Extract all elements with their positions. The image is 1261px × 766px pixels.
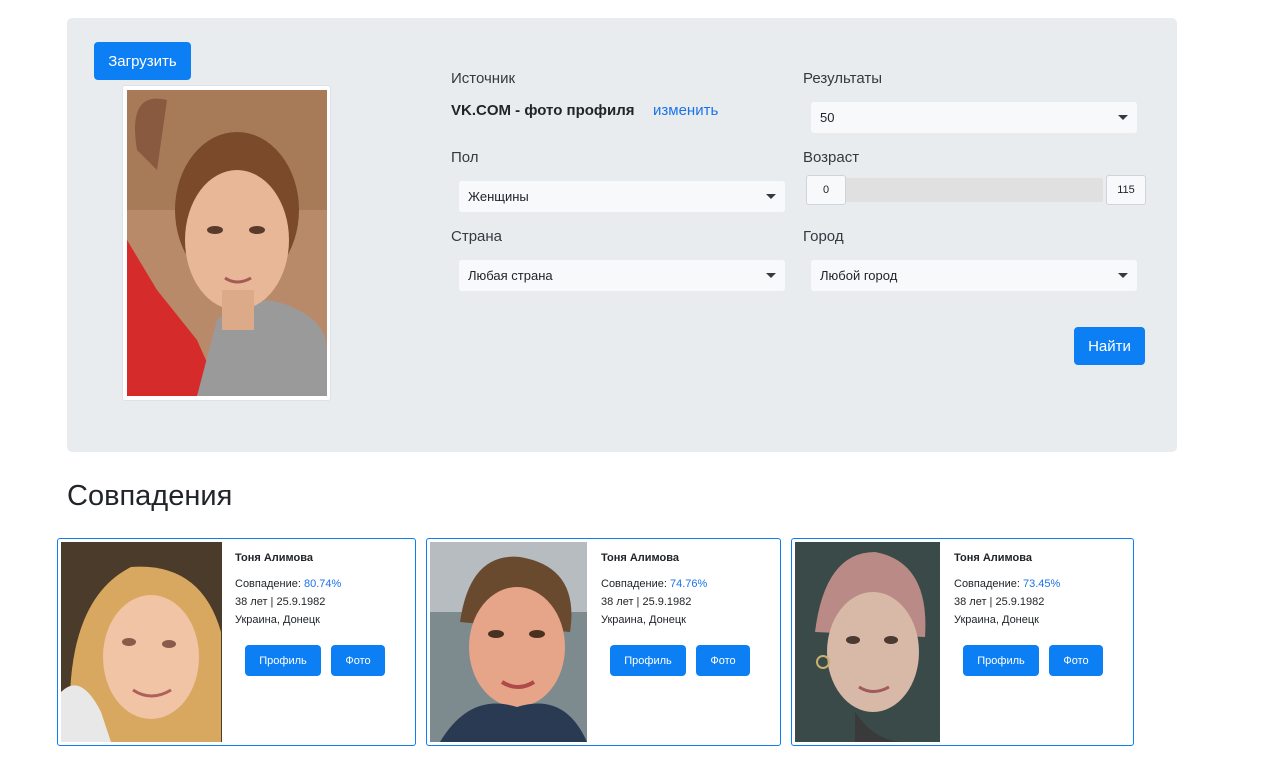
match-name: Тоня Алимова	[235, 552, 314, 564]
chevron-down-icon	[1118, 273, 1128, 278]
age-max-handle[interactable]: 115	[1106, 175, 1146, 205]
profile-button[interactable]: Профиль	[963, 645, 1039, 676]
age-min-handle[interactable]: 0	[806, 175, 846, 205]
results-select[interactable]: 50	[811, 102, 1137, 133]
match-score: Совпадение: 73.45%	[954, 578, 1061, 590]
city-select[interactable]: Любой город	[811, 260, 1137, 291]
match-photo[interactable]	[795, 542, 940, 742]
age-range-slider[interactable]	[839, 178, 1103, 202]
results-label: Результаты	[803, 70, 882, 87]
upload-button[interactable]: Загрузить	[94, 42, 191, 80]
match-location: Украина, Донецк	[235, 614, 320, 626]
profile-button[interactable]: Профиль	[610, 645, 686, 676]
match-card: Тоня Алимова Совпадение: 80.74% 38 лет |…	[57, 538, 416, 746]
chevron-down-icon	[766, 194, 776, 199]
match-age: 38 лет | 25.9.1982	[954, 596, 1045, 608]
match-age: 38 лет | 25.9.1982	[235, 596, 326, 608]
matches-heading: Совпадения	[67, 480, 233, 512]
match-score: Совпадение: 74.76%	[601, 578, 708, 590]
match-location: Украина, Донецк	[601, 614, 686, 626]
source-label: Источник	[451, 70, 516, 87]
match-location: Украина, Донецк	[954, 614, 1039, 626]
chevron-down-icon	[1118, 115, 1128, 120]
match-age: 38 лет | 25.9.1982	[601, 596, 692, 608]
chevron-down-icon	[766, 273, 776, 278]
photo-button[interactable]: Фото	[1049, 645, 1103, 676]
search-panel: Загрузить Источник VK.COM - фото профиля…	[67, 18, 1177, 452]
source-value: VK.COM - фото профиля	[451, 102, 635, 119]
match-percent: 73.45%	[1022, 578, 1061, 590]
match-card: Тоня Алимова Совпадение: 73.45% 38 лет |…	[791, 538, 1134, 746]
match-percent: 74.76%	[669, 578, 708, 590]
city-label: Город	[803, 228, 844, 245]
uploaded-photo	[122, 85, 331, 401]
age-label: Возраст	[803, 149, 860, 166]
profile-button[interactable]: Профиль	[245, 645, 321, 676]
gender-select[interactable]: Женщины	[459, 181, 785, 212]
find-button[interactable]: Найти	[1074, 327, 1145, 365]
match-card: Тоня Алимова Совпадение: 74.76% 38 лет |…	[426, 538, 781, 746]
match-photo[interactable]	[61, 542, 222, 742]
country-select-value: Любая страна	[468, 268, 553, 283]
match-photo[interactable]	[430, 542, 587, 742]
gender-label: Пол	[451, 149, 479, 166]
match-percent: 80.74%	[303, 578, 342, 590]
photo-button[interactable]: Фото	[331, 645, 385, 676]
gender-select-value: Женщины	[468, 189, 529, 204]
results-select-value: 50	[820, 110, 835, 125]
match-name: Тоня Алимова	[954, 552, 1033, 564]
photo-button[interactable]: Фото	[696, 645, 750, 676]
change-source-link[interactable]: изменить	[653, 102, 718, 119]
match-name: Тоня Алимова	[601, 552, 680, 564]
country-label: Страна	[451, 228, 503, 245]
uploaded-photo-image	[127, 90, 327, 396]
city-select-value: Любой город	[820, 268, 898, 283]
match-score: Совпадение: 80.74%	[235, 578, 342, 590]
country-select[interactable]: Любая страна	[459, 260, 785, 291]
